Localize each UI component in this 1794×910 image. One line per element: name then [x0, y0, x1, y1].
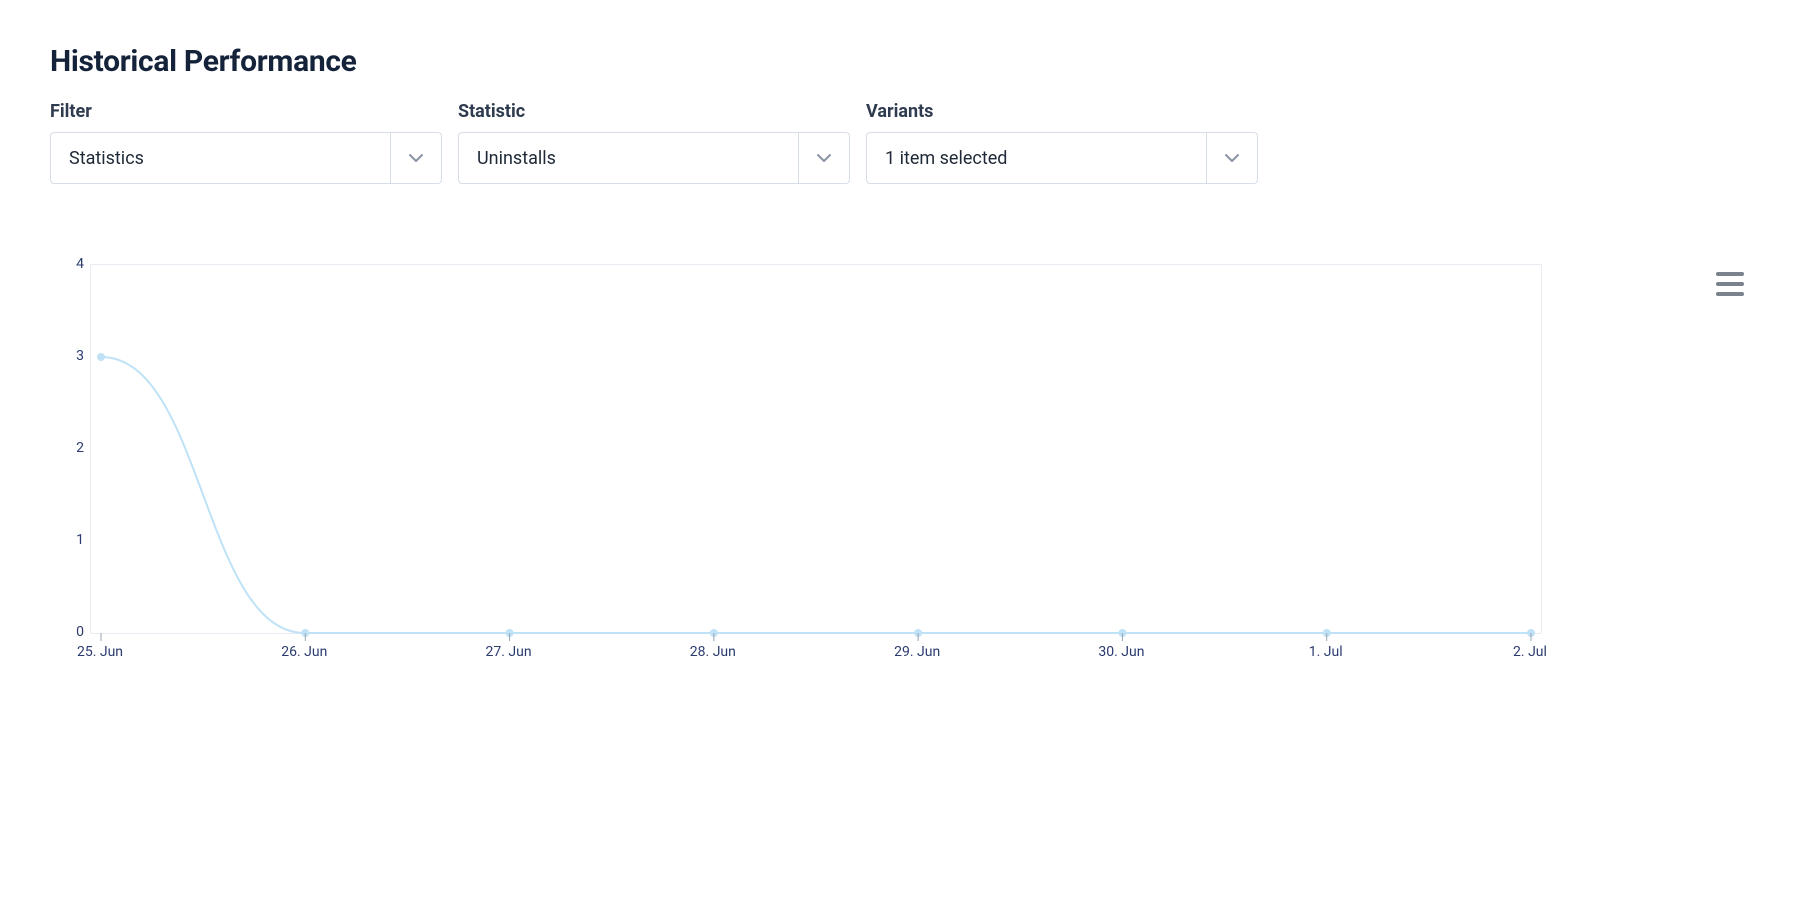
x-tick-label: 28. Jun [690, 644, 736, 660]
x-tick-label: 1. Jul [1309, 644, 1343, 660]
variants-field: Variants 1 item selected [866, 101, 1258, 184]
x-tick-label: 25. Jun [77, 644, 123, 660]
filter-dropdown-chevron-wrap [390, 133, 441, 183]
chart-series-svg [91, 265, 1541, 633]
x-tick-label: 27. Jun [486, 644, 532, 660]
chevron-down-icon [816, 150, 832, 166]
y-tick-label: 3 [76, 348, 84, 364]
y-tick-label: 4 [76, 256, 84, 272]
y-tick-label: 1 [76, 532, 84, 548]
chevron-down-icon [1224, 150, 1240, 166]
x-tick-label: 29. Jun [894, 644, 940, 660]
statistic-dropdown-chevron-wrap [798, 133, 849, 183]
x-tick-label: 30. Jun [1098, 644, 1144, 660]
chevron-down-icon [408, 150, 424, 166]
series-line [101, 357, 1531, 633]
filters-row: Filter Statistics Statistic Uninstalls [50, 101, 1744, 184]
page-title: Historical Performance [50, 44, 1744, 79]
statistic-label: Statistic [458, 101, 850, 122]
variants-dropdown-chevron-wrap [1206, 133, 1257, 183]
variants-dropdown-value: 1 item selected [867, 148, 1206, 169]
statistic-dropdown-value: Uninstalls [459, 148, 798, 169]
statistic-field: Statistic Uninstalls [458, 101, 850, 184]
historical-performance-page: Historical Performance Filter Statistics… [0, 0, 1794, 910]
variants-dropdown[interactable]: 1 item selected [866, 132, 1258, 184]
y-tick-label: 2 [76, 440, 84, 456]
x-tick-label: 2. Jul [1513, 644, 1547, 660]
filter-field: Filter Statistics [50, 101, 442, 184]
y-axis-labels: 01234 [60, 264, 84, 632]
plot-wrap: 01234 25. Jun26. Jun27. Jun28. Jun29. Ju… [90, 264, 1744, 668]
filter-dropdown-value: Statistics [51, 148, 390, 169]
chart-block: Variant 1 01234 25. Jun26. Jun27. Jun28.… [50, 264, 1744, 668]
y-tick-label: 0 [76, 624, 84, 640]
variants-label: Variants [866, 101, 1258, 122]
chart-plot-area[interactable] [90, 264, 1542, 634]
filter-label: Filter [50, 101, 442, 122]
statistic-dropdown[interactable]: Uninstalls [458, 132, 850, 184]
x-axis-labels: 25. Jun26. Jun27. Jun28. Jun29. Jun30. J… [90, 644, 1744, 668]
filter-dropdown[interactable]: Statistics [50, 132, 442, 184]
series-point[interactable] [97, 353, 105, 361]
x-tick-label: 26. Jun [281, 644, 327, 660]
